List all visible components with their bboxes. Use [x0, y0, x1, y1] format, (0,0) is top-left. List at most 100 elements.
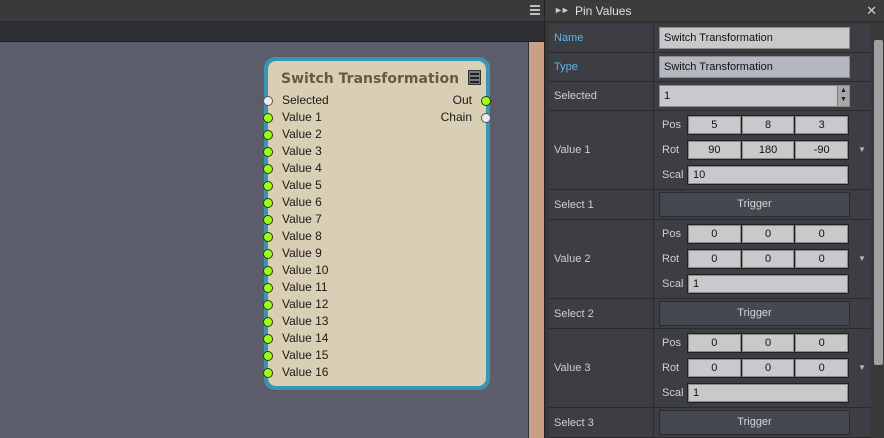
name-field[interactable]: Switch Transformation	[659, 27, 850, 49]
pos-z-field[interactable]: 0	[795, 334, 849, 352]
rot-vector: 90 180 -90	[687, 140, 849, 160]
rot-z-field[interactable]: 0	[795, 250, 849, 268]
rot-y-field[interactable]: 0	[741, 359, 795, 377]
select-label: Select 1	[554, 199, 594, 211]
scal-label: Scal	[662, 387, 684, 399]
pin-connector-icon[interactable]	[263, 96, 273, 106]
pin-label: Value 3	[282, 144, 322, 158]
pin-connector-icon[interactable]	[263, 266, 273, 276]
input-pin-value-7[interactable]: Value 7	[263, 211, 322, 228]
pos-y-field[interactable]: 0	[741, 334, 795, 352]
scal-field[interactable]: 1	[688, 275, 848, 293]
scal-field[interactable]: 10	[688, 166, 848, 184]
pin-connector-icon[interactable]	[263, 164, 273, 174]
close-icon[interactable]: ✕	[866, 3, 877, 19]
rot-label: Rot	[662, 362, 680, 374]
pin-connector-icon[interactable]	[263, 130, 273, 140]
pos-label: Pos	[662, 337, 681, 349]
input-pin-value-11[interactable]: Value 11	[263, 279, 328, 296]
input-pin-value-2[interactable]: Value 2	[263, 126, 322, 143]
pin-connector-icon[interactable]	[263, 351, 273, 361]
pin-connector-icon[interactable]	[263, 368, 273, 378]
pin-label: Out	[452, 93, 472, 107]
input-pin-value-16[interactable]: Value 16	[263, 364, 328, 381]
output-pin-out[interactable]: Out	[452, 92, 491, 109]
pin-connector-icon[interactable]	[263, 181, 273, 191]
pin-label: Value 14	[282, 331, 329, 345]
input-pin-value-10[interactable]: Value 10	[263, 262, 328, 279]
trigger-button[interactable]: Trigger	[659, 410, 850, 435]
input-pin-value-8[interactable]: Value 8	[263, 228, 322, 245]
selected-field[interactable]: 1 ▲ ▼	[659, 85, 850, 107]
pos-label: Pos	[662, 119, 681, 131]
rot-x-field[interactable]: 0	[688, 359, 741, 377]
rot-y-field[interactable]: 0	[741, 250, 795, 268]
pin-connector-icon[interactable]	[263, 232, 273, 242]
pos-x-field[interactable]: 5	[688, 116, 741, 134]
pos-y-field[interactable]: 0	[741, 225, 795, 243]
pin-connector-icon[interactable]	[481, 96, 491, 106]
pin-label: Selected	[282, 93, 329, 107]
canvas-tab-bar	[0, 22, 544, 42]
rot-y-field[interactable]: 180	[741, 141, 795, 159]
graph-editor: Switch Transformation Selected Value 1 Val…	[0, 0, 544, 438]
rot-z-field[interactable]: -90	[795, 141, 849, 159]
trigger-button[interactable]: Trigger	[659, 192, 850, 217]
input-pin-selected[interactable]: Selected	[263, 92, 329, 109]
pin-label: Value 4	[282, 161, 322, 175]
node-body: Switch Transformation Selected Value 1 Val…	[263, 61, 491, 386]
input-pin-value-9[interactable]: Value 9	[263, 245, 322, 262]
menu-icon[interactable]	[530, 4, 540, 16]
pos-z-field[interactable]: 0	[795, 225, 849, 243]
panel-grip-icon[interactable]: ►►	[554, 5, 570, 15]
row-select-3: Select 3 Trigger	[549, 408, 871, 438]
scal-field-box: 10	[687, 165, 849, 185]
input-pin-value-5[interactable]: Value 5	[263, 177, 322, 194]
pos-y-field[interactable]: 8	[741, 116, 795, 134]
row-value-1: Value 1 Pos 5 8 3 Rot 90 180 -90 ▼ Scal 10	[549, 111, 871, 190]
panel-header: ►► Pin Values ✕	[545, 0, 884, 22]
rot-x-field[interactable]: 0	[688, 250, 741, 268]
input-pin-value-6[interactable]: Value 6	[263, 194, 322, 211]
rot-x-field[interactable]: 90	[688, 141, 741, 159]
pin-connector-icon[interactable]	[263, 300, 273, 310]
node-title[interactable]: Switch Transformation	[281, 71, 459, 87]
dropdown-arrow-icon[interactable]: ▼	[858, 145, 866, 154]
pos-x-field[interactable]: 0	[688, 225, 741, 243]
input-pin-value-3[interactable]: Value 3	[263, 143, 322, 160]
output-pin-chain[interactable]: Chain	[441, 109, 491, 126]
rot-z-field[interactable]: 0	[795, 359, 849, 377]
pin-connector-icon[interactable]	[263, 317, 273, 327]
scal-field[interactable]: 1	[688, 384, 848, 402]
selected-value: 1	[664, 90, 671, 102]
input-pin-value-15[interactable]: Value 15	[263, 347, 328, 364]
pin-connector-icon[interactable]	[263, 334, 273, 344]
input-pin-value-1[interactable]: Value 1	[263, 109, 322, 126]
collapse-icon[interactable]	[468, 70, 481, 85]
dropdown-arrow-icon[interactable]: ▼	[858, 254, 866, 263]
pos-vector: 583	[687, 115, 849, 135]
pin-connector-icon[interactable]	[263, 198, 273, 208]
input-pin-value-12[interactable]: Value 12	[263, 296, 328, 313]
pin-connector-icon[interactable]	[263, 249, 273, 259]
panel-scrollbar[interactable]	[874, 40, 883, 365]
spinner-icon[interactable]: ▲ ▼	[837, 86, 849, 106]
switch-transformation-node[interactable]: Switch Transformation Selected Value 1 Val…	[263, 57, 491, 390]
pos-z-field[interactable]: 3	[795, 116, 849, 134]
input-pin-value-13[interactable]: Value 13	[263, 313, 328, 330]
row-select-2: Select 2 Trigger	[549, 299, 871, 329]
pin-connector-icon[interactable]	[263, 113, 273, 123]
pos-x-field[interactable]: 0	[688, 334, 741, 352]
input-pin-value-14[interactable]: Value 14	[263, 330, 329, 347]
input-pin-value-4[interactable]: Value 4	[263, 160, 322, 177]
pin-connector-icon[interactable]	[263, 215, 273, 225]
canvas-scroll-edge[interactable]	[529, 42, 544, 438]
pin-connector-icon[interactable]	[263, 147, 273, 157]
value-label: Value 2	[554, 253, 591, 265]
pin-connector-icon[interactable]	[481, 113, 491, 123]
rot-label: Rot	[662, 253, 680, 265]
trigger-button[interactable]: Trigger	[659, 301, 850, 326]
pin-connector-icon[interactable]	[263, 283, 273, 293]
pos-vector: 000	[687, 224, 849, 244]
dropdown-arrow-icon[interactable]: ▼	[858, 363, 866, 372]
